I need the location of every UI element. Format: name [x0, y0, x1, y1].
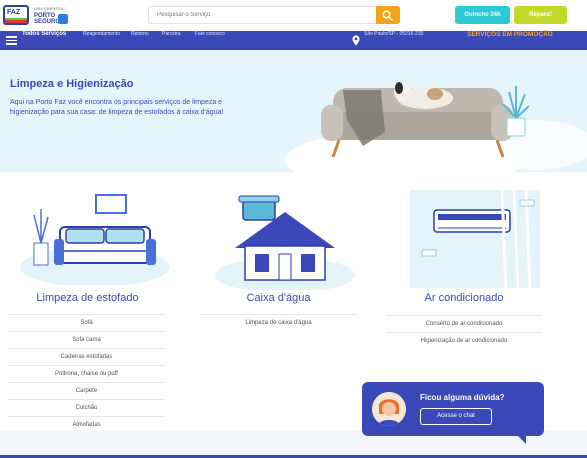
agent-avatar-icon	[372, 392, 406, 426]
air-conditioner-icon	[410, 190, 540, 288]
porto-faz-logo[interactable]: FAZ	[3, 5, 29, 25]
service-link-cadeiras-estofadas[interactable]: Cadeiras estofadas	[8, 348, 165, 365]
partner-logo: UMA EMPRESA PORTO SEGURO	[34, 6, 68, 25]
service-link-sofa[interactable]: Sofá	[8, 314, 165, 331]
sofa-with-dog-illustration	[285, 82, 587, 172]
partner-brand: PORTO SEGURO	[34, 13, 61, 25]
search-input[interactable]	[149, 7, 377, 23]
hero-title: Limpeza e Higienização	[10, 78, 134, 90]
search-bar	[148, 6, 400, 24]
category-title-caixa-dagua[interactable]: Caixa d'água	[200, 292, 357, 304]
hero-description: Aqui na Porto Faz você encontra os princ…	[10, 99, 224, 116]
main-nav: Todos Serviços Reagendamento Retorno Par…	[0, 31, 587, 50]
reparo-button[interactable]: Reparo!	[514, 6, 567, 24]
all-services-link[interactable]: Todos Serviços	[22, 31, 66, 37]
guincho-button[interactable]: Guincho 24h	[455, 6, 510, 24]
location-selector[interactable]: São Paulo/SP - 05216-230	[364, 31, 423, 37]
top-bar: FAZ UMA EMPRESA PORTO SEGURO Guincho 24h…	[0, 0, 587, 31]
location-pin-icon	[352, 35, 360, 46]
search-button[interactable]	[376, 6, 400, 24]
nav-link-reagendamento[interactable]: Reagendamento	[83, 31, 120, 37]
chat-question: Ficou alguma dúvida?	[420, 393, 505, 402]
hero-banner: Limpeza e Higienização Aqui na Porto Faz…	[0, 50, 587, 172]
nav-link-parceira[interactable]: Parceira	[162, 31, 181, 37]
partner-small-text: UMA EMPRESA	[34, 6, 64, 11]
page: FAZ UMA EMPRESA PORTO SEGURO Guincho 24h…	[0, 0, 587, 458]
service-link-conserto-ar[interactable]: Conserto de ar condicionado	[386, 315, 542, 332]
logo-text: FAZ	[7, 9, 21, 16]
hamburger-menu-icon[interactable]	[6, 36, 17, 45]
service-link-sofa-cama[interactable]: Sofá cama	[8, 331, 165, 348]
search-icon	[382, 10, 393, 21]
agent-avatar	[372, 392, 406, 426]
sofa-icon	[20, 194, 170, 285]
promo-services-link[interactable]: SERVIÇOS EM PROMOÇÃO	[467, 31, 553, 38]
nav-link-fale-conosco[interactable]: Fale conosco	[195, 31, 225, 37]
service-link-limpeza-caixa-dagua[interactable]: Limpeza de caixa d'água	[200, 314, 357, 331]
service-link-poltrona[interactable]: Poltrona, chaise ou puff	[8, 365, 165, 382]
open-chat-button[interactable]: Acesse o chat	[420, 408, 492, 425]
category-title-estofado[interactable]: Limpeza de estofado	[10, 292, 165, 304]
category-title-ar-condicionado[interactable]: Ar condicionado	[386, 292, 542, 304]
partner-badge-icon	[58, 14, 68, 24]
nav-link-retorno[interactable]: Retorno	[131, 31, 149, 37]
service-link-higienizacao-ar[interactable]: Higienização de ar condicionado	[386, 332, 542, 349]
chat-widget[interactable]: Ficou alguma dúvida? Acesse o chat	[362, 382, 544, 444]
service-link-colchao[interactable]: Colchão	[8, 399, 165, 416]
water-tank-house-icon	[215, 195, 355, 290]
service-link-carpete[interactable]: Carpete	[8, 382, 165, 399]
